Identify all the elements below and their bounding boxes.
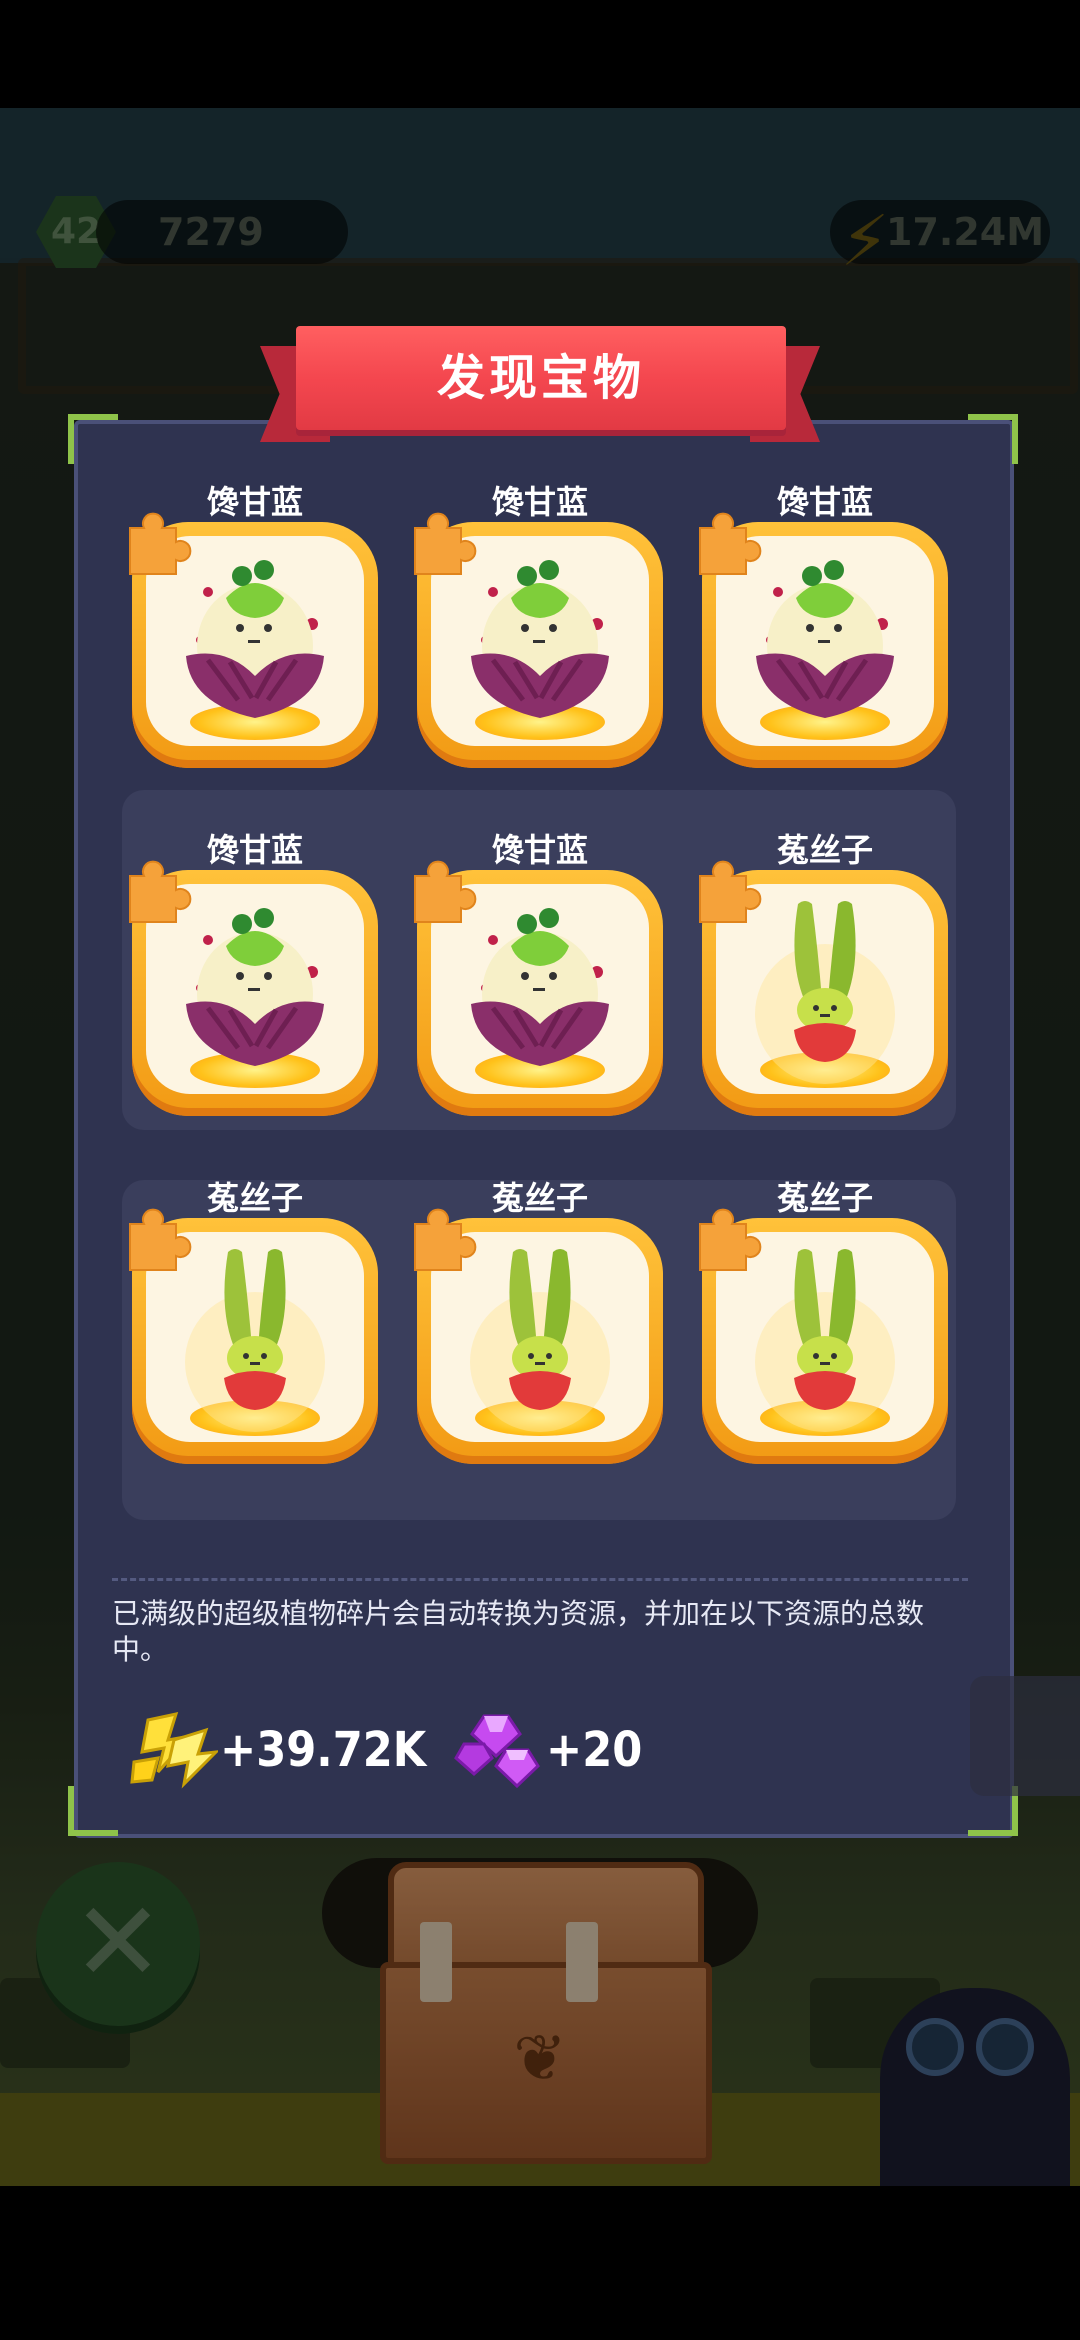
puzzle-piece-icon bbox=[120, 506, 192, 578]
puzzle-piece-icon bbox=[690, 854, 762, 926]
reward-energy-value: +39.72K bbox=[220, 1722, 427, 1778]
corner-accent bbox=[68, 414, 118, 464]
puzzle-piece-icon bbox=[690, 1202, 762, 1274]
puzzle-piece-icon bbox=[120, 1202, 192, 1274]
treasure-item[interactable]: 菟丝子 bbox=[413, 1176, 667, 1476]
puzzle-piece-icon bbox=[405, 506, 477, 578]
reward-gem-value: +20 bbox=[546, 1722, 643, 1778]
puzzle-piece-icon bbox=[405, 854, 477, 926]
reward-gems: +20 bbox=[454, 1710, 674, 1790]
status-bar bbox=[0, 0, 1080, 108]
divider bbox=[112, 1578, 968, 1581]
puzzle-piece-icon bbox=[120, 854, 192, 926]
treasure-item[interactable]: 菟丝子 bbox=[128, 1176, 382, 1476]
corner-accent bbox=[968, 414, 1018, 464]
puzzle-piece-icon bbox=[690, 506, 762, 578]
conversion-note: 已满级的超级植物碎片会自动转换为资源，并加在以下资源的总数中。 bbox=[112, 1597, 925, 1666]
treasure-item[interactable]: 馋甘蓝 bbox=[128, 828, 382, 1128]
treasure-item[interactable]: 馋甘蓝 bbox=[413, 828, 667, 1128]
corner-accent bbox=[68, 1786, 118, 1836]
puzzle-piece-icon bbox=[405, 1202, 477, 1274]
navigation-bar bbox=[0, 2186, 1080, 2340]
treasure-item[interactable]: 馋甘蓝 bbox=[698, 480, 952, 780]
side-arrow-tab bbox=[970, 1676, 1080, 1796]
reward-energy: +39.72K bbox=[128, 1710, 428, 1790]
lightning-energy-icon bbox=[128, 1710, 221, 1790]
treasure-item[interactable]: 馋甘蓝 bbox=[128, 480, 382, 780]
purple-gem-icon bbox=[454, 1710, 544, 1790]
treasure-item[interactable]: 菟丝子 bbox=[698, 1176, 952, 1476]
treasure-item[interactable]: 馋甘蓝 bbox=[413, 480, 667, 780]
treasure-item[interactable]: 菟丝子 bbox=[698, 828, 952, 1128]
dialog-title: 发现宝物 bbox=[296, 326, 786, 430]
